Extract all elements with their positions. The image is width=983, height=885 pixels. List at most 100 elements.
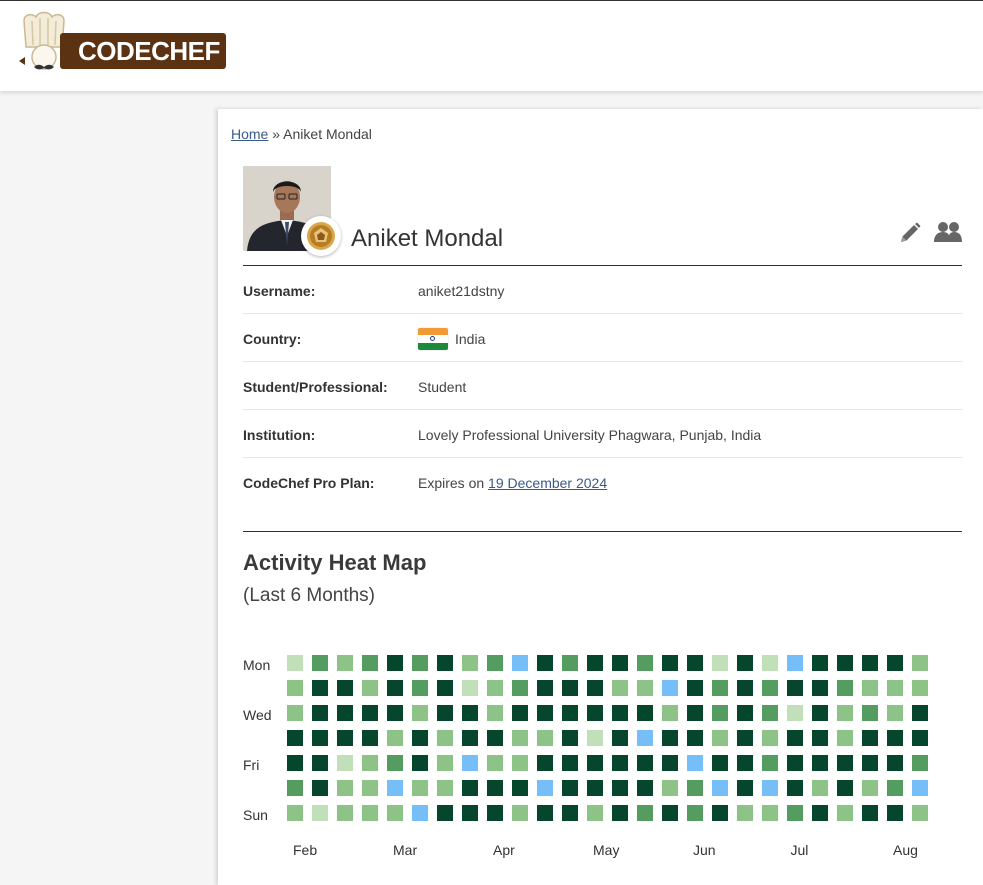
heatmap-cell[interactable]: [687, 780, 703, 796]
heatmap-cell[interactable]: [312, 805, 328, 821]
heatmap-cell[interactable]: [637, 755, 653, 771]
heatmap-cell[interactable]: [562, 780, 578, 796]
heatmap-cell[interactable]: [637, 730, 653, 746]
heatmap-cell[interactable]: [512, 755, 528, 771]
heatmap-cell[interactable]: [412, 755, 428, 771]
heatmap-cell[interactable]: [612, 680, 628, 696]
heatmap-cell[interactable]: [462, 805, 478, 821]
heatmap-cell[interactable]: [862, 780, 878, 796]
heatmap-cell[interactable]: [687, 680, 703, 696]
heatmap-cell[interactable]: [812, 705, 828, 721]
heatmap-cell[interactable]: [812, 680, 828, 696]
heatmap-cell[interactable]: [337, 680, 353, 696]
heatmap-cell[interactable]: [612, 730, 628, 746]
heatmap-cell[interactable]: [387, 755, 403, 771]
heatmap-cell[interactable]: [437, 780, 453, 796]
heatmap-cell[interactable]: [887, 805, 903, 821]
heatmap-cell[interactable]: [912, 780, 928, 796]
heatmap-cell[interactable]: [712, 730, 728, 746]
heatmap-cell[interactable]: [737, 755, 753, 771]
heatmap-cell[interactable]: [887, 780, 903, 796]
heatmap-cell[interactable]: [362, 655, 378, 671]
heatmap-cell[interactable]: [487, 680, 503, 696]
heatmap-cell[interactable]: [437, 680, 453, 696]
heatmap-cell[interactable]: [387, 780, 403, 796]
heatmap-cell[interactable]: [412, 780, 428, 796]
heatmap-cell[interactable]: [587, 705, 603, 721]
heatmap-cell[interactable]: [787, 805, 803, 821]
heatmap-cell[interactable]: [437, 730, 453, 746]
heatmap-cell[interactable]: [762, 730, 778, 746]
heatmap-cell[interactable]: [287, 705, 303, 721]
heatmap-cell[interactable]: [662, 780, 678, 796]
heatmap-cell[interactable]: [437, 755, 453, 771]
heatmap-cell[interactable]: [787, 655, 803, 671]
heatmap-cell[interactable]: [912, 755, 928, 771]
heatmap-cell[interactable]: [387, 805, 403, 821]
heatmap-cell[interactable]: [737, 780, 753, 796]
heatmap-cell[interactable]: [712, 780, 728, 796]
heatmap-cell[interactable]: [487, 755, 503, 771]
heatmap-cell[interactable]: [887, 755, 903, 771]
heatmap-cell[interactable]: [737, 705, 753, 721]
heatmap-cell[interactable]: [512, 780, 528, 796]
heatmap-cell[interactable]: [487, 805, 503, 821]
heatmap-cell[interactable]: [537, 755, 553, 771]
heatmap-cell[interactable]: [637, 705, 653, 721]
heatmap-cell[interactable]: [362, 780, 378, 796]
heatmap-cell[interactable]: [337, 755, 353, 771]
heatmap-cell[interactable]: [587, 755, 603, 771]
heatmap-cell[interactable]: [287, 805, 303, 821]
heatmap-cell[interactable]: [337, 805, 353, 821]
heatmap-cell[interactable]: [837, 730, 853, 746]
heatmap-cell[interactable]: [687, 755, 703, 771]
heatmap-cell[interactable]: [737, 680, 753, 696]
heatmap-cell[interactable]: [487, 780, 503, 796]
heatmap-cell[interactable]: [637, 655, 653, 671]
heatmap-cell[interactable]: [787, 780, 803, 796]
heatmap-cell[interactable]: [312, 705, 328, 721]
heatmap-cell[interactable]: [862, 705, 878, 721]
heatmap-cell[interactable]: [312, 730, 328, 746]
heatmap-cell[interactable]: [837, 780, 853, 796]
heatmap-cell[interactable]: [287, 730, 303, 746]
heatmap-cell[interactable]: [912, 705, 928, 721]
heatmap-cell[interactable]: [787, 705, 803, 721]
heatmap-cell[interactable]: [862, 680, 878, 696]
heatmap-cell[interactable]: [712, 755, 728, 771]
heatmap-cell[interactable]: [362, 680, 378, 696]
heatmap-cell[interactable]: [537, 705, 553, 721]
heatmap-cell[interactable]: [512, 680, 528, 696]
heatmap-cell[interactable]: [562, 680, 578, 696]
heatmap-cell[interactable]: [287, 755, 303, 771]
heatmap-cell[interactable]: [312, 780, 328, 796]
heatmap-cell[interactable]: [337, 705, 353, 721]
heatmap-cell[interactable]: [412, 680, 428, 696]
heatmap-cell[interactable]: [662, 755, 678, 771]
heatmap-cell[interactable]: [912, 655, 928, 671]
heatmap-cell[interactable]: [337, 780, 353, 796]
heatmap-cell[interactable]: [587, 780, 603, 796]
heatmap-cell[interactable]: [487, 730, 503, 746]
heatmap-cell[interactable]: [662, 680, 678, 696]
heatmap-cell[interactable]: [387, 655, 403, 671]
heatmap-cell[interactable]: [687, 730, 703, 746]
heatmap-cell[interactable]: [787, 680, 803, 696]
heatmap-cell[interactable]: [812, 730, 828, 746]
heatmap-cell[interactable]: [862, 805, 878, 821]
heatmap-cell[interactable]: [762, 655, 778, 671]
heatmap-cell[interactable]: [412, 730, 428, 746]
heatmap-cell[interactable]: [837, 805, 853, 821]
heatmap-cell[interactable]: [312, 755, 328, 771]
heatmap-cell[interactable]: [512, 805, 528, 821]
heatmap-cell[interactable]: [512, 705, 528, 721]
heatmap-cell[interactable]: [687, 805, 703, 821]
pencil-icon[interactable]: [899, 222, 921, 244]
heatmap-cell[interactable]: [762, 780, 778, 796]
heatmap-cell[interactable]: [612, 805, 628, 821]
heatmap-cell[interactable]: [287, 680, 303, 696]
heatmap-cell[interactable]: [487, 655, 503, 671]
heatmap-cell[interactable]: [387, 680, 403, 696]
heatmap-cell[interactable]: [437, 805, 453, 821]
heatmap-cell[interactable]: [837, 680, 853, 696]
